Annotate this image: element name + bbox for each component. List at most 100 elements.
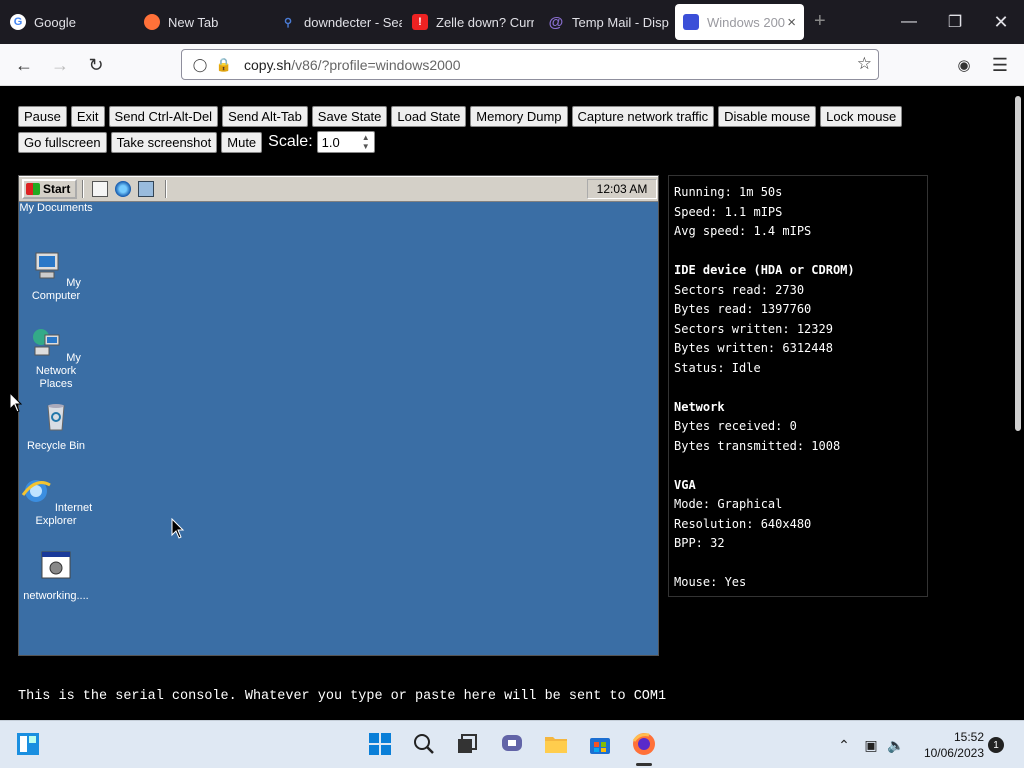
stat-bytes-received: Bytes received: 0	[674, 419, 797, 433]
send-ctrl-alt-del-button[interactable]: Send Ctrl-Alt-Del	[108, 106, 219, 127]
stat-running: Running: 1m 50s	[674, 185, 783, 199]
scale-input[interactable]: 1.0 ▲ ▼	[316, 131, 375, 153]
pocket-icon[interactable]: ◉	[952, 53, 976, 77]
clock-time: 15:52	[953, 730, 984, 744]
stat-status: Status: Idle	[674, 360, 761, 375]
pause-button[interactable]: Pause	[18, 106, 67, 127]
tab-windows-2000[interactable]: Windows 200 ×	[675, 4, 804, 40]
take-screenshot-button[interactable]: Take screenshot	[110, 131, 218, 153]
outlook-express-icon[interactable]	[138, 181, 154, 197]
stat-avg-speed: Avg speed: 1.4 mIPS	[674, 224, 812, 238]
active-app-indicator	[636, 763, 652, 766]
stats-panel: Running: 1m 50s Speed: 1.1 mIPS Avg spee…	[668, 175, 928, 597]
new-tab-icon[interactable]: +	[814, 10, 826, 33]
go-fullscreen-button[interactable]: Go fullscreen	[18, 131, 107, 153]
address-bar[interactable]: ◯ 🔒 copy.sh/v86/?profile=windows2000 ☆	[181, 49, 879, 80]
spinner-icon[interactable]: ▲ ▼	[362, 133, 370, 151]
divider	[165, 180, 167, 198]
firefox-icon[interactable]	[631, 731, 657, 757]
disable-mouse-button[interactable]: Disable mouse	[718, 106, 817, 127]
tab-temp-mail[interactable]: @ Temp Mail - Disp	[540, 4, 670, 40]
mute-button[interactable]: Mute	[221, 131, 263, 153]
v86-icon	[683, 14, 699, 30]
page-scrollbar[interactable]	[1015, 96, 1021, 431]
widgets-icon[interactable]	[15, 731, 41, 757]
at-icon: @	[548, 13, 564, 31]
stat-network-heading: Network	[674, 399, 725, 414]
search-icon: ⚲	[283, 16, 293, 29]
file-explorer-icon[interactable]	[543, 731, 569, 757]
tab-label: Temp Mail - Disp	[572, 14, 669, 30]
close-tab-icon[interactable]: ×	[787, 14, 796, 31]
internet-explorer-icon[interactable]	[115, 181, 131, 197]
computer-icon	[35, 252, 59, 279]
tab-label: Zelle down? Curr	[436, 14, 534, 30]
stat-bytes-transmitted: Bytes transmitted: 1008	[674, 438, 841, 453]
clock-date: 10/06/2023	[923, 746, 984, 760]
menu-icon[interactable]: ☰	[988, 53, 1012, 77]
stat-speed: Speed: 1.1 mIPS	[674, 204, 783, 219]
windows-start-icon[interactable]	[367, 731, 393, 757]
task-view-icon[interactable]	[454, 731, 480, 757]
browser-tab-bar: G Google New Tab ⚲ downdecter - Sea ! Ze…	[0, 0, 1024, 44]
capture-network-traffic-button[interactable]: Capture network traffic	[571, 106, 715, 127]
start-button[interactable]: Start	[22, 179, 77, 199]
my-documents-icon[interactable]: My Documents	[19, 202, 93, 215]
divider	[82, 180, 84, 198]
stat-bpp: BPP: 32	[674, 536, 725, 550]
tab-google[interactable]: G Google	[2, 4, 132, 40]
network-icon	[33, 329, 60, 356]
os-taskbar: ⌃ ▣ 🔈 15:52 10/06/2023 1	[0, 720, 1024, 768]
lock-mouse-button[interactable]: Lock mouse	[820, 106, 903, 127]
reload-icon[interactable]: ↻	[84, 53, 108, 77]
emulator-screen[interactable]: Start 12:03 AM My Documents My Computer …	[18, 175, 659, 656]
memory-dump-button[interactable]: Memory Dump	[470, 106, 568, 127]
close-window-icon[interactable]: ✕	[978, 0, 1024, 44]
exit-button[interactable]: Exit	[70, 106, 105, 127]
show-desktop-icon[interactable]	[92, 181, 108, 197]
maximize-icon[interactable]: ❐	[932, 0, 978, 44]
stat-vga-heading: VGA	[674, 477, 696, 492]
save-state-button[interactable]: Save State	[311, 106, 388, 127]
navigation-bar: ← → ↻ ◯ 🔒 copy.sh/v86/?profile=windows20…	[0, 44, 1024, 86]
tab-downdecter[interactable]: ⚲ downdecter - Sea	[272, 4, 402, 40]
forward-icon[interactable]: →	[48, 53, 72, 77]
microsoft-store-icon[interactable]	[587, 731, 613, 757]
mouse-cursor-icon	[171, 518, 185, 539]
networking-file-icon[interactable]: networking....	[19, 550, 93, 603]
windows-flag-icon	[26, 183, 40, 195]
load-state-button[interactable]: Load State	[391, 106, 467, 127]
volume-icon[interactable]: 🔈	[886, 735, 906, 755]
tab-label: New Tab	[168, 14, 219, 30]
chevron-up-icon[interactable]: ⌃	[834, 735, 854, 755]
stat-ide-heading: IDE device (HDA or CDROM)	[674, 263, 855, 277]
system-clock[interactable]: 15:52 10/06/2023	[914, 729, 984, 761]
minimize-icon[interactable]: —	[886, 0, 932, 44]
w2k-taskbar: Start 12:03 AM	[19, 176, 658, 202]
lock-icon[interactable]: 🔒	[214, 55, 234, 75]
tab-new-tab[interactable]: New Tab	[136, 4, 266, 40]
recycle-bin-icon[interactable]: Recycle Bin	[19, 400, 93, 453]
stat-bytes-read: Bytes read: 1397760	[674, 302, 812, 316]
bookmark-star-icon[interactable]: ☆	[857, 54, 872, 74]
tab-label: Google	[34, 14, 76, 30]
my-computer-icon[interactable]: My Computer	[19, 250, 93, 303]
network-icon[interactable]: ▣	[861, 735, 881, 755]
trash-icon	[47, 404, 65, 431]
back-icon[interactable]: ←	[12, 53, 36, 77]
stat-mouse: Mouse: Yes	[674, 575, 747, 589]
teams-chat-icon[interactable]	[499, 731, 525, 757]
my-network-places-icon[interactable]: My Network Places	[19, 325, 93, 391]
search-icon[interactable]	[411, 731, 437, 757]
w2k-clock[interactable]: 12:03 AM	[587, 179, 657, 199]
internet-explorer-desktop-icon[interactable]: Internet Explorer	[19, 475, 93, 528]
scale-label: Scale:	[268, 133, 313, 150]
url-text[interactable]: copy.sh/v86/?profile=windows2000	[244, 57, 461, 73]
notification-badge[interactable]: 1	[988, 737, 1004, 753]
tab-zelle[interactable]: ! Zelle down? Curr	[404, 4, 534, 40]
shield-icon[interactable]: ◯	[190, 55, 210, 75]
send-alt-tab-button[interactable]: Send Alt-Tab	[222, 106, 308, 127]
